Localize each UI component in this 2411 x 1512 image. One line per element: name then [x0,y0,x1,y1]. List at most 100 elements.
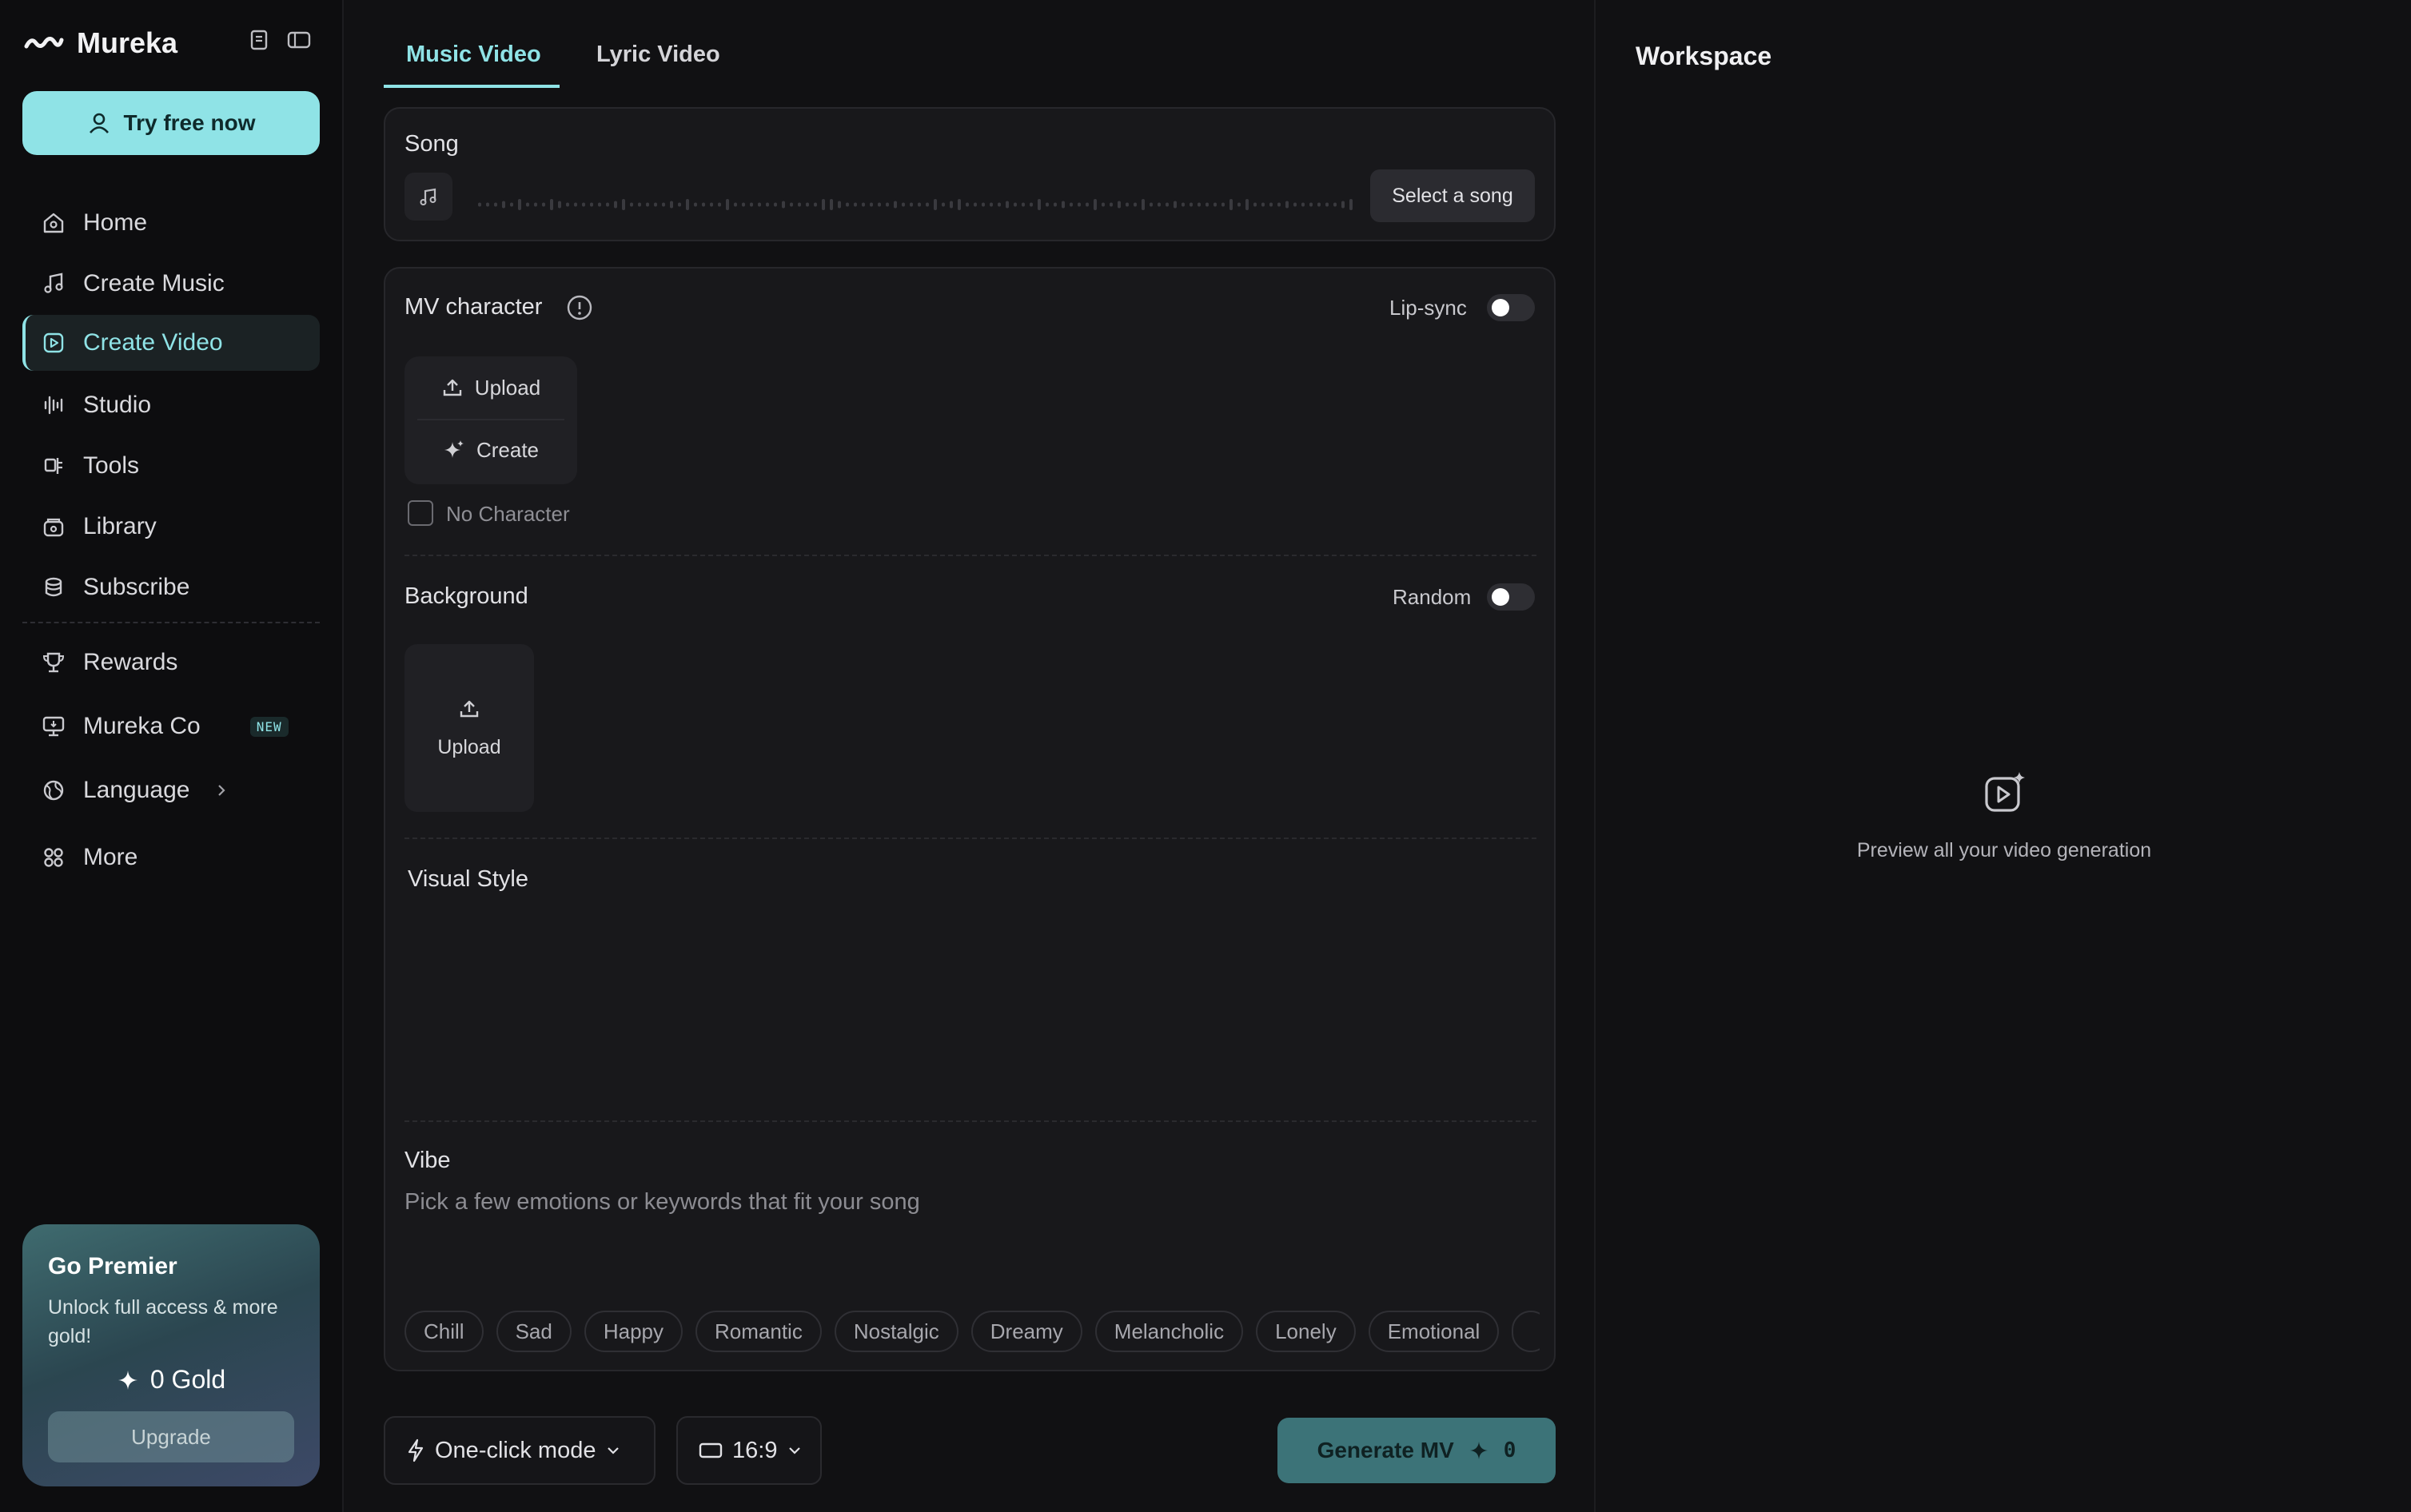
sidebar-item-label: Create Music [83,270,225,296]
upgrade-button[interactable]: Upgrade [48,1411,294,1462]
workspace-panel: Workspace Preview all your video generat… [1594,0,2411,1512]
section-divider [404,555,1536,556]
sidebar-item-label: Rewards [83,649,178,675]
vibe-chip[interactable]: Dreamy [970,1311,1082,1352]
video-icon [42,331,66,355]
library-icon [42,515,66,539]
select-song-button[interactable]: Select a song [1370,169,1535,222]
song-waveform [478,199,1353,210]
coins-icon [42,575,66,599]
song-title: Song [404,131,459,157]
sidebar-item-label: Library [83,513,157,539]
background-upload-button[interactable]: Upload [404,644,534,812]
no-character-label: No Character [446,502,570,526]
vibe-chip[interactable]: Happy [584,1311,683,1352]
character-upload-button[interactable]: Upload [404,356,577,419]
grid-icon [42,846,66,869]
lip-sync-label: Lip-sync [1389,296,1467,320]
chevron-down-icon [787,1445,803,1456]
random-label: Random [1393,585,1472,609]
new-badge: NEW [249,716,289,737]
try-free-now-button[interactable]: Try free now [22,91,320,155]
sidebar-item-label: Language [83,777,190,803]
mode-select[interactable]: One-click mode [384,1416,656,1485]
mureka-logo-icon [24,34,64,53]
vibe-chip[interactable]: Nostalgic [834,1311,958,1352]
song-thumbnail [404,173,452,221]
vibe-input[interactable]: Pick a few emotions or keywords that fit… [404,1189,920,1216]
chevron-right-icon [215,782,228,798]
upload-icon [441,376,464,399]
sidebar-item-subscribe[interactable]: Subscribe [22,559,320,615]
visual-style-title: Visual Style [408,866,528,892]
background-title: Background [404,583,528,609]
character-upload-label: Upload [474,375,541,400]
music-note-icon [42,272,66,296]
vibe-chip[interactable]: Melancholic [1094,1311,1244,1352]
sidebar-item-more[interactable]: More [22,830,320,885]
vibe-chip[interactable]: Lonely [1256,1311,1356,1352]
sidebar-item-label: Mureka Co [83,713,201,739]
aspect-ratio-label: 16:9 [732,1437,778,1463]
home-icon [42,211,66,235]
info-icon[interactable] [566,294,593,321]
sidebar-item-tools[interactable]: Tools [22,438,320,494]
sparkle-icon [117,1369,139,1391]
sidebar-divider [22,622,320,623]
sidebar-item-label: Home [83,209,148,236]
video-add-icon [1983,770,2027,815]
vibe-chips: Chill Sad Happy Romantic Nostalgic Dream… [404,1311,1540,1352]
vibe-chip[interactable]: Romantic [695,1311,822,1352]
tools-icon [42,454,66,478]
sidebar-item-language[interactable]: Language [22,762,320,818]
sparkle-icon [443,439,465,461]
mode-label: One-click mode [435,1437,596,1463]
brand[interactable]: Mureka [24,26,177,61]
upload-icon [458,698,480,720]
lip-sync-toggle[interactable] [1487,294,1535,321]
sidebar-item-label: Create Video [83,329,223,356]
background-upload-label: Upload [437,735,501,758]
try-free-now-label: Try free now [123,110,256,135]
vibe-chip-overflow[interactable] [1512,1311,1540,1352]
waveform-icon [42,393,66,417]
brand-name: Mureka [77,26,178,59]
character-options: Upload Create [404,356,577,484]
sidebar-item-library[interactable]: Library [22,499,320,555]
generate-mv-button[interactable]: Generate MV 0 [1277,1418,1556,1483]
tab-music-video[interactable]: Music Video [406,42,541,68]
vibe-chip[interactable]: Sad [496,1311,572,1352]
premier-subtitle: Unlock full access & more gold! [48,1296,278,1347]
section-divider [404,838,1536,839]
sidebar: Mureka Try free now Home Create Music Cr… [0,0,344,1512]
sidebar-toggle-icon[interactable] [286,29,312,51]
song-card: Song Select a song [384,107,1556,241]
aspect-ratio-select[interactable]: 16:9 [676,1416,822,1485]
vibe-title: Vibe [404,1148,451,1173]
sidebar-item-create-video[interactable]: Create Video [22,315,320,371]
vibe-chip[interactable]: Chill [404,1311,484,1352]
sidebar-item-home[interactable]: Home [22,195,320,251]
sidebar-item-studio[interactable]: Studio [22,377,320,433]
character-create-label: Create [476,437,540,462]
sidebar-item-create-music[interactable]: Create Music [22,256,320,312]
aspect-ratio-icon [699,1442,723,1459]
workspace-empty-text: Preview all your video generation [1856,839,2152,861]
go-premier-card: Go Premier Unlock full access & more gol… [22,1224,320,1486]
vibe-chip[interactable]: Emotional [1368,1311,1500,1352]
sidebar-item-mureka-co[interactable]: Mureka Co NEW [22,698,320,754]
tab-lyric-video[interactable]: Lyric Video [596,42,720,68]
sparkle-icon [1469,1440,1489,1461]
gold-amount: 0 Gold [149,1365,226,1394]
random-toggle[interactable] [1487,583,1535,611]
section-divider [404,1120,1536,1122]
sidebar-item-rewards[interactable]: Rewards [22,635,320,690]
sidebar-item-label: Tools [83,452,140,479]
no-character-checkbox[interactable] [408,500,433,526]
trophy-icon [42,651,66,674]
notebook-icon[interactable] [248,29,270,51]
premier-title: Go Premier [48,1253,177,1279]
generate-cost: 0 [1503,1438,1516,1462]
character-create-button[interactable]: Create [404,419,577,481]
sidebar-item-label: More [83,844,138,870]
